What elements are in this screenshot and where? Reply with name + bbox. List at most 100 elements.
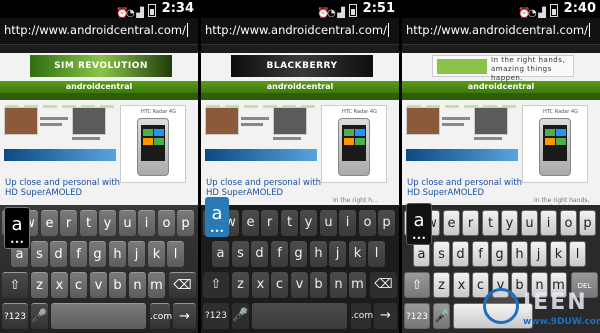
- key-k[interactable]: k: [550, 241, 567, 267]
- key-c[interactable]: c: [271, 272, 288, 298]
- article-title[interactable]: Up close and personal with HD SuperAMOLE…: [407, 178, 527, 198]
- key-h[interactable]: h: [310, 241, 327, 267]
- shift-key[interactable]: ⇧: [404, 272, 430, 298]
- key-m[interactable]: m: [148, 272, 165, 298]
- url-input[interactable]: http://www.androidcentral.com/: [205, 23, 389, 37]
- key-z[interactable]: z: [433, 272, 450, 298]
- key-u[interactable]: u: [521, 210, 538, 236]
- article-thumbnail[interactable]: [205, 107, 239, 135]
- url-input[interactable]: http://www.androidcentral.com/: [4, 23, 188, 37]
- shift-key[interactable]: ⇧: [2, 272, 28, 298]
- nav-item[interactable]: [43, 105, 57, 108]
- key-b[interactable]: b: [310, 272, 327, 298]
- key-x[interactable]: x: [51, 272, 68, 298]
- key-c[interactable]: c: [70, 272, 87, 298]
- shift-key[interactable]: ⇧: [203, 272, 229, 298]
- featured-phone-box[interactable]: HTC Radar 4G: [321, 105, 387, 183]
- webpage-preview[interactable]: In the right hands, amazing things happe…: [402, 45, 600, 205]
- key-a[interactable]: a: [212, 241, 229, 267]
- key-k[interactable]: k: [148, 241, 165, 267]
- key-d[interactable]: d: [251, 241, 268, 267]
- article-thumbnail[interactable]: [474, 107, 508, 135]
- key-z[interactable]: z: [232, 272, 249, 298]
- key-h[interactable]: h: [109, 241, 126, 267]
- key-k[interactable]: k: [349, 241, 366, 267]
- key-t[interactable]: t: [281, 210, 298, 236]
- webpage-preview[interactable]: BLACKBERRY androidcentral HTC Radar 4G U…: [201, 45, 399, 205]
- key-p[interactable]: p: [378, 210, 395, 236]
- space-key[interactable]: [51, 303, 146, 329]
- featured-phone-box[interactable]: HTC Radar 4G: [120, 105, 186, 183]
- key-g[interactable]: g: [89, 241, 106, 267]
- key-j[interactable]: j: [329, 241, 346, 267]
- key-f[interactable]: f: [271, 241, 288, 267]
- key-e[interactable]: e: [443, 210, 460, 236]
- key-i[interactable]: i: [339, 210, 356, 236]
- key-r[interactable]: r: [60, 210, 77, 236]
- url-bar[interactable]: http://www.androidcentral.com/: [402, 18, 600, 45]
- site-nav[interactable]: [402, 93, 600, 108]
- key-s[interactable]: s: [232, 241, 249, 267]
- key-h[interactable]: h: [511, 241, 528, 267]
- key-d[interactable]: d: [452, 241, 469, 267]
- key-x[interactable]: x: [252, 272, 269, 298]
- key-d[interactable]: d: [50, 241, 67, 267]
- key-b[interactable]: b: [109, 272, 126, 298]
- delete-key[interactable]: ⌫: [370, 272, 397, 298]
- key-g[interactable]: g: [290, 241, 307, 267]
- key-o[interactable]: o: [560, 210, 577, 236]
- mic-key[interactable]: 🎤: [31, 303, 48, 329]
- article-thumbnail[interactable]: [72, 107, 106, 135]
- site-nav[interactable]: [0, 93, 198, 108]
- article-thumbnail[interactable]: [273, 107, 307, 135]
- numbers-key[interactable]: ?123: [404, 303, 430, 329]
- key-z[interactable]: z: [31, 272, 48, 298]
- key-s[interactable]: s: [433, 241, 450, 267]
- key-l[interactable]: l: [167, 241, 184, 267]
- nav-item[interactable]: [445, 105, 459, 108]
- dotcom-key[interactable]: .com: [351, 303, 373, 329]
- key-i[interactable]: i: [138, 210, 155, 236]
- key-o[interactable]: o: [158, 210, 175, 236]
- key-j[interactable]: j: [530, 241, 547, 267]
- key-j[interactable]: j: [128, 241, 145, 267]
- key-v[interactable]: v: [90, 272, 107, 298]
- url-bar[interactable]: http://www.androidcentral.com/: [0, 18, 198, 45]
- mic-key[interactable]: 🎤: [433, 303, 450, 329]
- key-x[interactable]: x: [453, 272, 470, 298]
- article-title[interactable]: Up close and personal with HD SuperAMOLE…: [5, 178, 125, 198]
- numbers-key[interactable]: ?123: [2, 303, 28, 329]
- key-r[interactable]: r: [462, 210, 479, 236]
- key-n[interactable]: n: [330, 272, 347, 298]
- url-input[interactable]: http://www.androidcentral.com/: [406, 23, 590, 37]
- promo-banner[interactable]: [4, 149, 116, 161]
- space-key[interactable]: [252, 303, 347, 329]
- delete-key[interactable]: ⌫: [169, 272, 196, 298]
- key-e[interactable]: e: [41, 210, 58, 236]
- key-u[interactable]: u: [320, 210, 337, 236]
- url-bar[interactable]: http://www.androidcentral.com/: [201, 18, 399, 45]
- key-p[interactable]: p: [177, 210, 194, 236]
- numbers-key[interactable]: ?123: [203, 303, 229, 329]
- key-s[interactable]: s: [31, 241, 48, 267]
- key-f[interactable]: f: [472, 241, 489, 267]
- promo-banner[interactable]: [205, 149, 317, 161]
- key-o[interactable]: o: [359, 210, 376, 236]
- key-y[interactable]: y: [501, 210, 518, 236]
- dotcom-key[interactable]: .com: [150, 303, 172, 329]
- article-title[interactable]: Up close and personal with HD SuperAMOLE…: [206, 178, 326, 198]
- key-f[interactable]: f: [70, 241, 87, 267]
- key-n[interactable]: n: [129, 272, 146, 298]
- key-v[interactable]: v: [291, 272, 308, 298]
- key-t[interactable]: t: [482, 210, 499, 236]
- key-y[interactable]: y: [99, 210, 116, 236]
- featured-phone-box[interactable]: HTC Radar 4G: [522, 105, 588, 183]
- site-header[interactable]: androidcentral: [201, 81, 399, 93]
- article-thumbnail[interactable]: [406, 107, 440, 135]
- key-t[interactable]: t: [80, 210, 97, 236]
- promo-banner[interactable]: [406, 149, 518, 161]
- key-y[interactable]: y: [300, 210, 317, 236]
- article-thumbnail[interactable]: [4, 107, 38, 135]
- mic-key[interactable]: 🎤: [232, 303, 249, 329]
- key-l[interactable]: l: [368, 241, 385, 267]
